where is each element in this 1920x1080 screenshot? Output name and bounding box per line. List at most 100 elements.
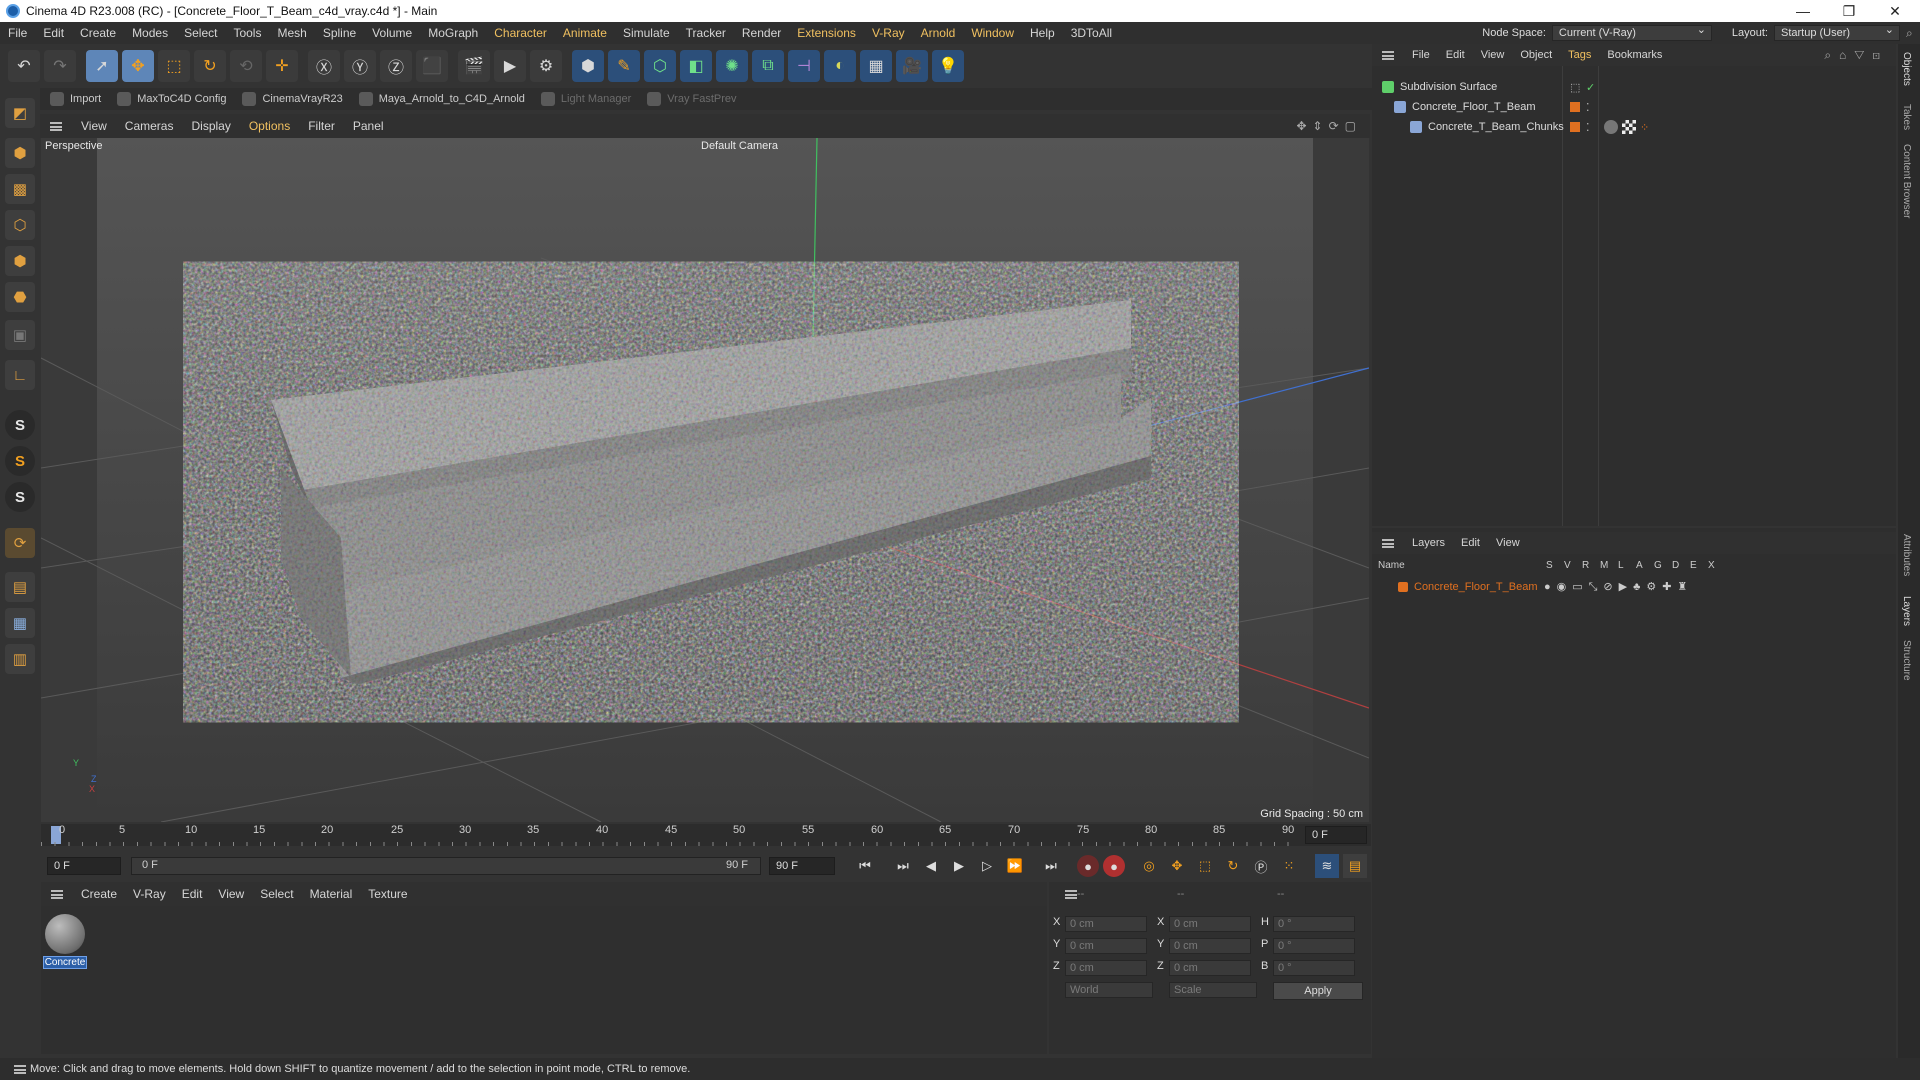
previous-frame-icon[interactable]: ◀: [919, 854, 943, 878]
viewport-menu-options[interactable]: Options: [240, 119, 299, 133]
y-axis-lock-icon[interactable]: Ⓨ: [344, 50, 376, 82]
material-menu-material[interactable]: Material: [302, 887, 361, 901]
side-tab-objects[interactable]: Objects: [1901, 52, 1912, 86]
layer-flag-icons[interactable]: ●◉▭⤡⊘▶♣⚙✚♜: [1544, 580, 1693, 594]
position-y-field[interactable]: 0 cm: [1065, 938, 1147, 954]
rotate-tool-icon[interactable]: ↻: [194, 50, 226, 82]
parameter-key-icon[interactable]: Ⓟ: [1249, 854, 1273, 878]
menu-character[interactable]: Character: [486, 22, 555, 44]
menu-volume[interactable]: Volume: [364, 22, 420, 44]
position-x-field[interactable]: 0 cm: [1065, 916, 1147, 932]
polygons-mode-icon[interactable]: ⬣: [5, 282, 35, 312]
position-z-field[interactable]: 0 cm: [1065, 960, 1147, 976]
material-menu-select[interactable]: Select: [252, 887, 301, 901]
viewport-menu-view[interactable]: View: [72, 119, 116, 133]
om-toolbar-icons[interactable]: ⌕⌂▽⊡: [1824, 48, 1888, 63]
rotation-key-icon[interactable]: ↻: [1221, 854, 1245, 878]
go-to-end-icon[interactable]: ⏭: [1039, 854, 1063, 878]
menu-vray[interactable]: V-Ray: [864, 22, 913, 44]
render-settings-icon[interactable]: ⚙: [530, 50, 562, 82]
close-button[interactable]: ✕: [1872, 0, 1918, 22]
plugin-vray-fastprev[interactable]: Vray FastPrev: [647, 92, 737, 106]
live-selection-icon[interactable]: ✛: [266, 50, 298, 82]
viewport-menu-panel[interactable]: Panel: [344, 119, 393, 133]
scale-tool-icon[interactable]: ⬚: [158, 50, 190, 82]
menu-help[interactable]: Help: [1022, 22, 1063, 44]
menu-mesh[interactable]: Mesh: [269, 22, 314, 44]
side-tab-takes[interactable]: Takes: [1901, 104, 1912, 130]
light-icon[interactable]: 💡: [932, 50, 964, 82]
material-tag-icon[interactable]: [1604, 120, 1618, 134]
apply-button[interactable]: Apply: [1273, 982, 1363, 1000]
floor-icon[interactable]: ▦: [860, 50, 892, 82]
material-name[interactable]: Concrete: [43, 956, 87, 969]
viewport-menu-display[interactable]: Display: [182, 119, 239, 133]
coordinate-space-dropdown[interactable]: World: [1065, 982, 1153, 998]
x-axis-lock-icon[interactable]: Ⓧ: [308, 50, 340, 82]
redo-icon[interactable]: ↷: [44, 50, 76, 82]
extrude-icon[interactable]: ◧: [680, 50, 712, 82]
menu-modes[interactable]: Modes: [124, 22, 176, 44]
om-menu-file[interactable]: File: [1404, 49, 1438, 61]
plugin-cinemavray[interactable]: CinemaVrayR23: [242, 92, 343, 106]
object-row[interactable]: Subdivision Surface ⬚ ✓: [1372, 78, 1896, 96]
size-z-field[interactable]: 0 cm: [1169, 960, 1251, 976]
end-frame-field[interactable]: 90 F: [769, 857, 835, 875]
menu-extensions[interactable]: Extensions: [789, 22, 864, 44]
layer-color-swatch[interactable]: [1570, 102, 1580, 112]
cube-icon[interactable]: ⬢: [572, 50, 604, 82]
layer-color-swatch[interactable]: [1398, 582, 1408, 592]
menu-arnold[interactable]: Arnold: [913, 22, 964, 44]
previous-key-icon[interactable]: ⏭: [891, 854, 915, 878]
layer-menu-edit[interactable]: Edit: [1453, 537, 1488, 549]
edges-mode-icon[interactable]: ⬢: [5, 246, 35, 276]
pla-key-icon[interactable]: ⁙: [1277, 854, 1301, 878]
grid-icon[interactable]: ▦: [5, 608, 35, 638]
viewport-nav-icons[interactable]: ✥⇕⟳▢: [1296, 119, 1362, 133]
autokey-icon[interactable]: ●: [1103, 855, 1125, 877]
menu-create[interactable]: Create: [72, 22, 124, 44]
side-tab-attributes[interactable]: Attributes: [1901, 534, 1912, 576]
layer-menu-view[interactable]: View: [1488, 537, 1528, 549]
position-key-icon[interactable]: ✥: [1165, 854, 1189, 878]
make-editable-icon[interactable]: ◩: [5, 98, 35, 128]
om-menu-view[interactable]: View: [1473, 49, 1513, 61]
menu-spline[interactable]: Spline: [315, 22, 364, 44]
size-x-field[interactable]: 0 cm: [1169, 916, 1251, 932]
current-frame-field[interactable]: 0 F: [1305, 826, 1367, 844]
material-menu-view[interactable]: View: [210, 887, 252, 901]
om-menu-edit[interactable]: Edit: [1438, 49, 1473, 61]
viewport-camera-label[interactable]: Default Camera: [701, 140, 778, 152]
menu-3dtoall[interactable]: 3DToAll: [1063, 22, 1120, 44]
motion-system-icon[interactable]: ≋: [1315, 854, 1339, 878]
menu-select[interactable]: Select: [176, 22, 225, 44]
subdivision-icon[interactable]: ⬡: [644, 50, 676, 82]
menu-file[interactable]: File: [0, 22, 35, 44]
snap-magnet-icon[interactable]: ⟳: [5, 528, 35, 558]
points-mode-icon[interactable]: ⬡: [5, 210, 35, 240]
deformer-icon[interactable]: ⊣: [788, 50, 820, 82]
enabled-check-icon[interactable]: ✓: [1586, 81, 1595, 94]
z-axis-lock-icon[interactable]: Ⓩ: [380, 50, 412, 82]
render-view-icon[interactable]: ▶: [494, 50, 526, 82]
locked-workplane-icon[interactable]: ▥: [5, 644, 35, 674]
go-to-start-icon[interactable]: ⏮: [853, 854, 877, 878]
play-icon[interactable]: ▶: [947, 854, 971, 878]
layer-name[interactable]: Concrete_Floor_T_Beam: [1414, 581, 1538, 593]
keyframe-selection-icon[interactable]: ◎: [1137, 854, 1161, 878]
timeline-window-icon[interactable]: ▤: [1343, 854, 1367, 878]
viewport-menu-filter[interactable]: Filter: [299, 119, 344, 133]
mograph-icon[interactable]: ⧉: [752, 50, 784, 82]
texture-mode-icon[interactable]: ▩: [5, 174, 35, 204]
menu-render[interactable]: Render: [734, 22, 789, 44]
side-tab-structure[interactable]: Structure: [1901, 640, 1912, 681]
plugin-maya-arnold[interactable]: Maya_Arnold_to_C4D_Arnold: [358, 92, 525, 106]
cloner-icon[interactable]: ✺: [716, 50, 748, 82]
frame-range-slider[interactable]: 0 F 90 F: [131, 857, 761, 875]
scale-key-icon[interactable]: ⬚: [1193, 854, 1217, 878]
material-menu-edit[interactable]: Edit: [174, 887, 211, 901]
menu-mograph[interactable]: MoGraph: [420, 22, 486, 44]
coordinates-menu-icon[interactable]: [1065, 890, 1077, 899]
start-frame-field[interactable]: 0 F: [47, 857, 121, 875]
minimize-button[interactable]: —: [1780, 0, 1826, 22]
